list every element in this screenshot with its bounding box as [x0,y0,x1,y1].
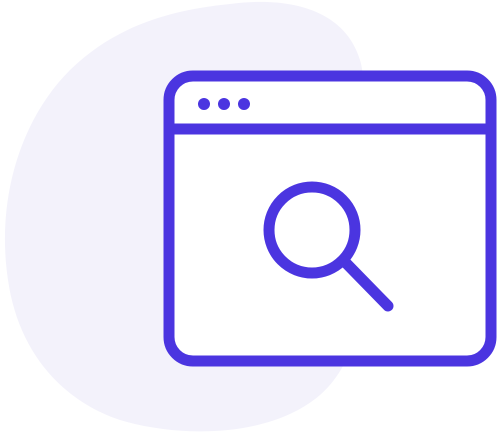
window-frame [163,70,497,367]
window-dot-1 [198,98,210,110]
window-dot-2 [218,98,230,110]
browser-search-illustration [4,1,497,432]
window-dot-3 [238,98,250,110]
illustration [0,0,500,434]
browser-window-icon [163,70,497,367]
